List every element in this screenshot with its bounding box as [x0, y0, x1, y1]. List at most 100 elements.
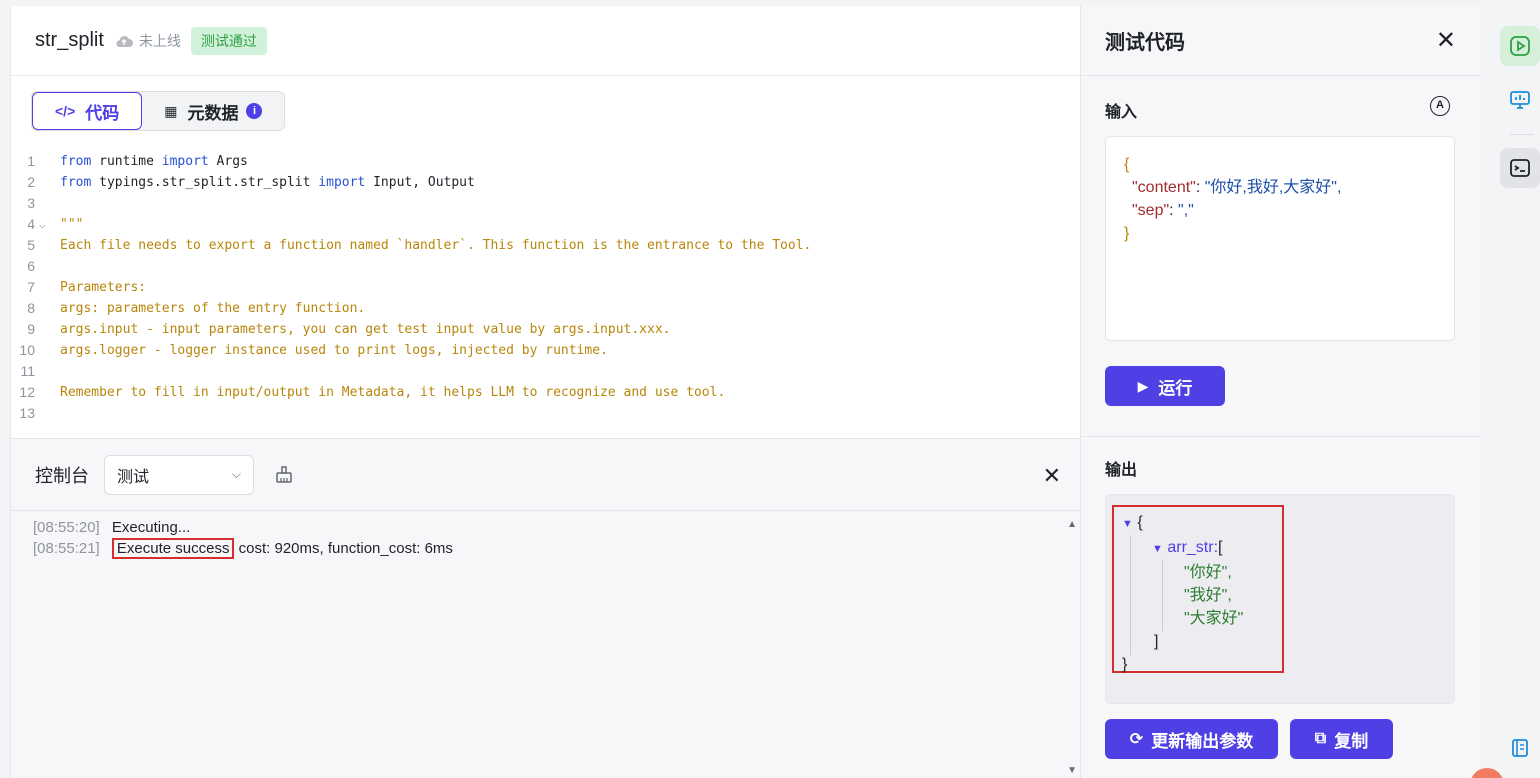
fold-chevron-icon[interactable]: ⌵	[35, 214, 60, 235]
line-number: 11	[20, 363, 35, 379]
rail-test-run-button[interactable]	[1500, 26, 1540, 66]
code-icon: </>	[55, 103, 76, 119]
code-token: from	[60, 175, 92, 190]
tool-name: str_split	[35, 29, 104, 51]
code-line: 10 args.logger - logger instance used to …	[11, 340, 1079, 361]
fold-gutter	[35, 382, 60, 403]
test-output-viewer: ▼ { ▼ arr_str:[ "你好", "我好", "大家好" ] }	[1105, 494, 1455, 704]
offline-status: 未上线	[114, 31, 181, 51]
console-toolbar: 控制台 测试 ⌵ ✕	[11, 439, 1081, 511]
fold-gutter	[35, 361, 60, 382]
code-line: 6	[11, 256, 1079, 277]
collapse-triangle-icon[interactable]: ▼	[1152, 543, 1163, 555]
code-token: Args	[208, 154, 248, 169]
scroll-up-arrow-icon[interactable]: ▲	[1067, 519, 1077, 530]
json-key: arr_str:	[1167, 539, 1219, 556]
log-timestamp: [08:55:20]	[33, 519, 100, 536]
info-icon[interactable]: i	[246, 103, 263, 119]
terminal-icon	[1510, 159, 1530, 177]
code-line: 13	[11, 403, 1079, 424]
console-mode-value: 测试	[117, 468, 150, 486]
code-editor[interactable]: 1 from runtime import Args 2 from typings.s…	[11, 151, 1079, 439]
indent-guide	[1130, 535, 1131, 655]
console-close-icon[interactable]: ✕	[1043, 463, 1061, 489]
test-panel: 测试代码 ✕ 输入 A { "content": "你好,我好,大家好", "s…	[1080, 6, 1481, 778]
cloud-icon	[116, 35, 133, 47]
scroll-down-arrow-icon[interactable]: ▼	[1067, 765, 1077, 776]
update-label: 更新输出参数	[1151, 731, 1254, 751]
code-token: args.input - input parameters, you can g…	[60, 322, 671, 337]
tab-metadata[interactable]: ▦ 元数据 i	[142, 92, 284, 130]
rail-doc-button[interactable]	[1500, 728, 1540, 768]
test-panel-close-icon[interactable]: ✕	[1436, 26, 1456, 55]
tab-metadata-label: 元数据	[187, 103, 239, 123]
fold-gutter	[35, 193, 60, 214]
fold-gutter	[35, 298, 60, 319]
play-icon: ▶	[1137, 377, 1149, 394]
line-number: 10	[19, 342, 35, 358]
code-token: args.logger - logger instance used to pr…	[60, 343, 608, 358]
code-line: 12 Remember to fill in input/output in Me…	[11, 382, 1079, 403]
code-text: Remember to fill in input/output in Meta…	[60, 382, 725, 403]
rail-terminal-button[interactable]	[1500, 148, 1540, 188]
copy-button[interactable]: ⧉ 复制	[1290, 719, 1393, 759]
line-number: 12	[19, 384, 35, 400]
fold-gutter	[35, 340, 60, 361]
line-number: 3	[27, 195, 35, 211]
fold-gutter	[35, 403, 60, 424]
line-number: 2	[27, 174, 35, 190]
console-mode-select[interactable]: 测试 ⌵	[104, 454, 254, 495]
code-text: args: parameters of the entry function.	[60, 298, 365, 319]
code-token: import	[318, 175, 366, 190]
json-key: "sep"	[1132, 202, 1170, 219]
fold-gutter	[35, 277, 60, 298]
code-line: 11	[11, 361, 1079, 382]
line-number: 4	[27, 216, 35, 232]
log-line: [08:55:21] Execute success cost: 920ms, …	[33, 538, 1081, 559]
code-text: Each file needs to export a function nam…	[60, 235, 811, 256]
json-array-item: "大家好"	[1184, 610, 1244, 627]
code-line: 3	[11, 193, 1079, 214]
run-label: 运行	[1158, 378, 1193, 398]
json-root-row: ▼ {	[1122, 514, 1143, 531]
code-token: Each file needs to export a function nam…	[60, 238, 812, 253]
run-button[interactable]: ▶ 运行	[1105, 366, 1225, 406]
collapse-triangle-icon[interactable]: ▼	[1122, 518, 1133, 530]
json-value: ","	[1178, 202, 1194, 219]
code-line: 7 Parameters:	[11, 277, 1079, 298]
test-passed-badge: 测试通过	[190, 26, 267, 55]
json-array-close: ]	[1154, 633, 1159, 650]
broom-icon[interactable]	[274, 465, 294, 485]
fold-gutter	[35, 256, 60, 277]
line-number: 9	[27, 321, 35, 337]
output-label: 输出	[1105, 462, 1138, 479]
json-array-item: "你好",	[1184, 564, 1232, 581]
fold-gutter	[35, 151, 60, 172]
json-close-brace: }	[1124, 225, 1130, 242]
json-root-close: }	[1122, 656, 1128, 673]
console-logs: [08:55:20] Executing... [08:55:21] Execu…	[11, 511, 1081, 559]
test-panel-header: 测试代码 ✕	[1081, 6, 1480, 76]
rail-divider	[1510, 134, 1534, 135]
right-rail	[1480, 0, 1540, 778]
log-message-highlighted: Execute success	[111, 538, 235, 559]
code-token: typings.str_split.str_split	[91, 175, 319, 190]
output-actions: ⟳ 更新输出参数 ⧉ 复制	[1105, 719, 1393, 759]
code-text: Parameters:	[60, 277, 146, 298]
line-number: 8	[27, 300, 35, 316]
console-title: 控制台	[35, 465, 89, 486]
section-divider	[1081, 436, 1481, 437]
tab-code[interactable]: </> 代码	[32, 92, 143, 130]
update-output-params-button[interactable]: ⟳ 更新输出参数	[1105, 719, 1278, 759]
json-row: "content": "你好,我好,大家好",	[1132, 179, 1342, 196]
chevron-down-icon: ⌵	[231, 467, 241, 481]
input-label: 输入	[1105, 104, 1138, 121]
code-text: args.input - input parameters, you can g…	[60, 319, 670, 340]
test-input-editor[interactable]: { "content": "你好,我好,大家好", "sep": "," }	[1105, 136, 1455, 341]
rail-monitor-button[interactable]	[1500, 80, 1540, 120]
code-text: """	[60, 214, 83, 235]
auto-format-icon[interactable]: A	[1430, 96, 1450, 116]
grid-icon: ▦	[164, 102, 178, 119]
code-token: runtime	[91, 154, 162, 169]
code-line: 9 args.input - input parameters, you can …	[11, 319, 1079, 340]
